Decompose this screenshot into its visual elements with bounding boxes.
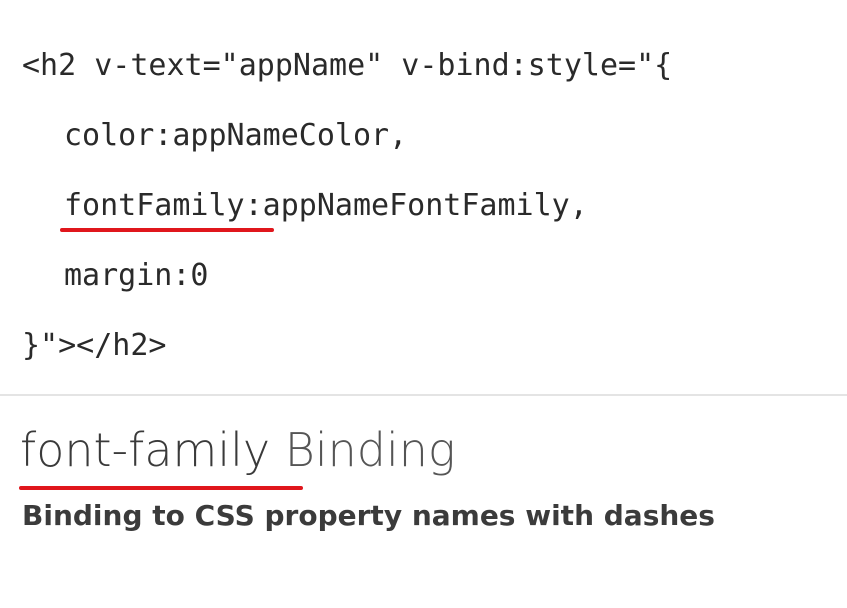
slide-subtitle: Binding to CSS property names with dashe…	[22, 499, 715, 532]
code-line-2: color:appNameColor,	[64, 118, 408, 153]
title-highlight: font-family	[20, 423, 271, 477]
code-line-3-rest: :appNameFontFamily,	[244, 188, 588, 223]
title-rest: Binding	[270, 423, 456, 477]
title-underline	[19, 486, 303, 490]
code-highlight-fontfamily: fontFamily	[64, 188, 245, 223]
code-line-3: fontFamily:appNameFontFamily,	[22, 186, 588, 226]
code-line-5: }"></h2>	[22, 328, 167, 363]
slide-title: font-family Binding	[20, 420, 456, 480]
code-underline	[60, 228, 274, 232]
code-line-4: margin:0	[64, 258, 209, 293]
slide: <h2 v-text="appName" v-bind:style="{ col…	[0, 0, 847, 608]
divider	[0, 394, 847, 396]
code-line-1: <h2 v-text="appName" v-bind:style="{	[22, 48, 673, 83]
